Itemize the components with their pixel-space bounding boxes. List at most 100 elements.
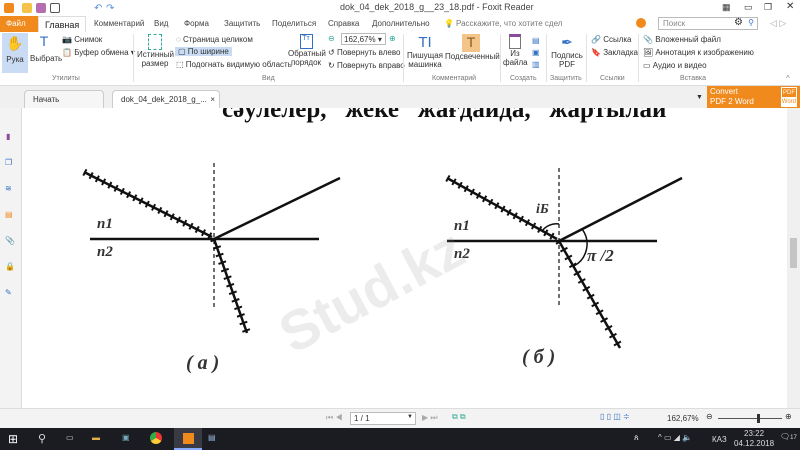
reverse-order-button[interactable]: Tт Обратный порядок: [288, 34, 326, 67]
hand-tool-button[interactable]: ✋ Рука: [2, 33, 28, 73]
language-indicator[interactable]: КАЗ: [712, 435, 727, 444]
search-icon[interactable]: ⚲: [748, 18, 754, 27]
create-small-icons[interactable]: ▤ ▣ ▥: [532, 35, 540, 71]
clock[interactable]: 23:22 04.12.2018: [734, 429, 774, 449]
sign-pdf-button[interactable]: ✒ Подпись PDF: [549, 34, 585, 69]
tell-me-input[interactable]: Расскажите, что хотите сдел: [456, 19, 562, 28]
hand-label: Рука: [6, 55, 24, 64]
comments-icon[interactable]: ▤: [5, 210, 13, 219]
rotate-left-button[interactable]: ↺ Повернуть влево: [328, 48, 400, 57]
search-input[interactable]: Поиск ⚲: [658, 17, 758, 30]
fit-width-button[interactable]: ▢ По ширине: [175, 47, 232, 56]
print-icon[interactable]: [50, 3, 60, 13]
first-prev-page-icons[interactable]: ⏮ ◀: [326, 413, 343, 423]
open-icon[interactable]: [22, 3, 32, 13]
link-button[interactable]: 🔗 Ссылка: [591, 35, 632, 44]
chrome-icon[interactable]: [150, 432, 162, 444]
right-angle-label: π /2: [587, 246, 614, 265]
feedback-icon[interactable]: [636, 18, 646, 28]
brewster-angle-arc: [541, 223, 560, 232]
clock-date: 04.12.2018: [734, 439, 775, 448]
close-tab-icon[interactable]: ×: [210, 95, 215, 104]
fit-page-button[interactable]: ◌ Страница целиком: [176, 35, 253, 44]
app-icon[interactable]: ▣: [122, 433, 130, 442]
search-taskbar-icon[interactable]: ⚲: [38, 432, 46, 445]
zoom-slider-thumb[interactable]: [756, 414, 760, 423]
highlight-button[interactable]: T Подсвеченный: [445, 34, 500, 61]
hand-icon: ✋: [6, 35, 24, 51]
save-icon[interactable]: [36, 3, 46, 13]
zoom-out-icon[interactable]: ⊖: [328, 34, 335, 43]
vertical-scrollbar[interactable]: [787, 108, 800, 408]
zoom-in-icon[interactable]: ⊕: [389, 34, 396, 43]
brewster-angle-label: iБ: [536, 202, 549, 217]
from-file-button[interactable]: Из файла: [503, 34, 528, 67]
status-zoom[interactable]: 162,67%: [667, 414, 699, 423]
attachment-button[interactable]: 📎 Вложенный файл: [643, 35, 721, 44]
signatures-icon[interactable]: ✎: [5, 288, 12, 297]
scrollbar-thumb[interactable]: [790, 238, 797, 268]
fit-visible-button[interactable]: ⬚ Подогнать видимую область: [176, 60, 292, 69]
pages-icon[interactable]: ❐: [5, 158, 12, 167]
tabs-dropdown-icon[interactable]: ▼: [696, 94, 703, 101]
typewriter-label-1: Пишущая: [407, 51, 443, 60]
tab-comment[interactable]: Комментарий: [88, 16, 150, 32]
tab-home[interactable]: Главная: [38, 16, 87, 32]
page-tools-icons[interactable]: ⧉ ⧉: [452, 412, 466, 422]
bookmark-button[interactable]: 🔖 Закладка: [591, 48, 638, 57]
ribbon-display-icon[interactable]: ▦: [722, 2, 731, 13]
undo-icon[interactable]: ↶: [94, 3, 104, 14]
windows-start-icon[interactable]: ⊞: [8, 432, 18, 446]
select-tool-button[interactable]: T Выбрать: [30, 33, 62, 63]
rotate-left-label: Повернуть влево: [336, 48, 401, 57]
layers-icon[interactable]: ≋: [5, 184, 12, 193]
app-icon-2[interactable]: ▤: [208, 433, 216, 442]
rotate-right-button[interactable]: ↻ Повернуть вправо: [328, 61, 405, 70]
gear-icon[interactable]: ⚙: [734, 17, 743, 28]
actual-size-button[interactable]: Истинный размер: [137, 34, 174, 68]
nav-arrows-icon[interactable]: ◁ ▷: [770, 18, 786, 29]
redo-icon[interactable]: ↷: [106, 3, 116, 14]
notifications-icon[interactable]: 🗨17: [780, 432, 797, 441]
security-lock-icon[interactable]: 🔒: [5, 262, 15, 271]
foxit-taskbar-button[interactable]: [174, 428, 202, 450]
image-annotation-button[interactable]: 🖼 Аннотация к изображению: [643, 48, 754, 57]
n1-label-b: n1: [454, 218, 470, 234]
clipboard-button[interactable]: 📋 Буфер обмена ▾: [62, 48, 135, 57]
tab-help[interactable]: Справка: [322, 16, 365, 32]
group-insert-label: Вставка: [680, 75, 707, 82]
diagram-b: [445, 168, 683, 350]
tab-view[interactable]: Вид: [148, 16, 174, 32]
tab-protect[interactable]: Защитить: [218, 16, 266, 32]
attachments-icon[interactable]: 📎: [5, 236, 15, 245]
tab-document[interactable]: dok_04_dek_2018_g_... ×: [112, 90, 220, 108]
convert-pdf-to-word-banner[interactable]: Convert PDF 2 Word PDF Word: [707, 86, 800, 108]
minimize-button[interactable]: ▭: [744, 2, 753, 13]
tab-share[interactable]: Поделиться: [266, 16, 322, 32]
people-icon[interactable]: ጰ: [634, 433, 639, 443]
figure-label-a: ( а ): [186, 352, 220, 374]
audio-video-button[interactable]: ▭ Аудио и видео: [643, 61, 707, 70]
snapshot-button[interactable]: 📷 Снимок: [62, 35, 102, 44]
group-view-label: Вид: [262, 75, 275, 82]
bookmarks-icon[interactable]: ▮: [6, 132, 10, 141]
view-mode-icons[interactable]: ▯ ▯ ◫ ≑: [600, 412, 630, 421]
status-zoom-out-icon[interactable]: ⊖: [706, 412, 713, 421]
tab-form[interactable]: Форма: [178, 16, 215, 32]
page-number-input[interactable]: 1 / 1 ▼: [350, 412, 416, 425]
tray-icons[interactable]: ^ ▭ ◢ 🔈: [658, 433, 692, 442]
typewriter-button[interactable]: TI Пишущая машинка: [406, 34, 444, 69]
tab-extra[interactable]: Дополнительно: [366, 16, 436, 32]
status-zoom-in-icon[interactable]: ⊕: [785, 412, 792, 421]
next-last-page-icons[interactable]: ▶ ⏭: [422, 413, 438, 423]
close-button[interactable]: ✕: [786, 1, 794, 12]
zoom-select[interactable]: 162,67% ▾: [341, 33, 386, 45]
tab-file[interactable]: Файл: [0, 16, 38, 32]
zoom-slider[interactable]: [718, 414, 782, 423]
collapse-ribbon-icon[interactable]: ^: [786, 74, 790, 83]
file-explorer-icon[interactable]: ▬: [92, 433, 100, 442]
highlight-label: Подсвеченный: [445, 52, 500, 61]
restore-button[interactable]: ❐: [764, 2, 772, 13]
task-view-icon[interactable]: ▭: [66, 433, 74, 442]
tab-start[interactable]: Начать: [24, 90, 104, 108]
